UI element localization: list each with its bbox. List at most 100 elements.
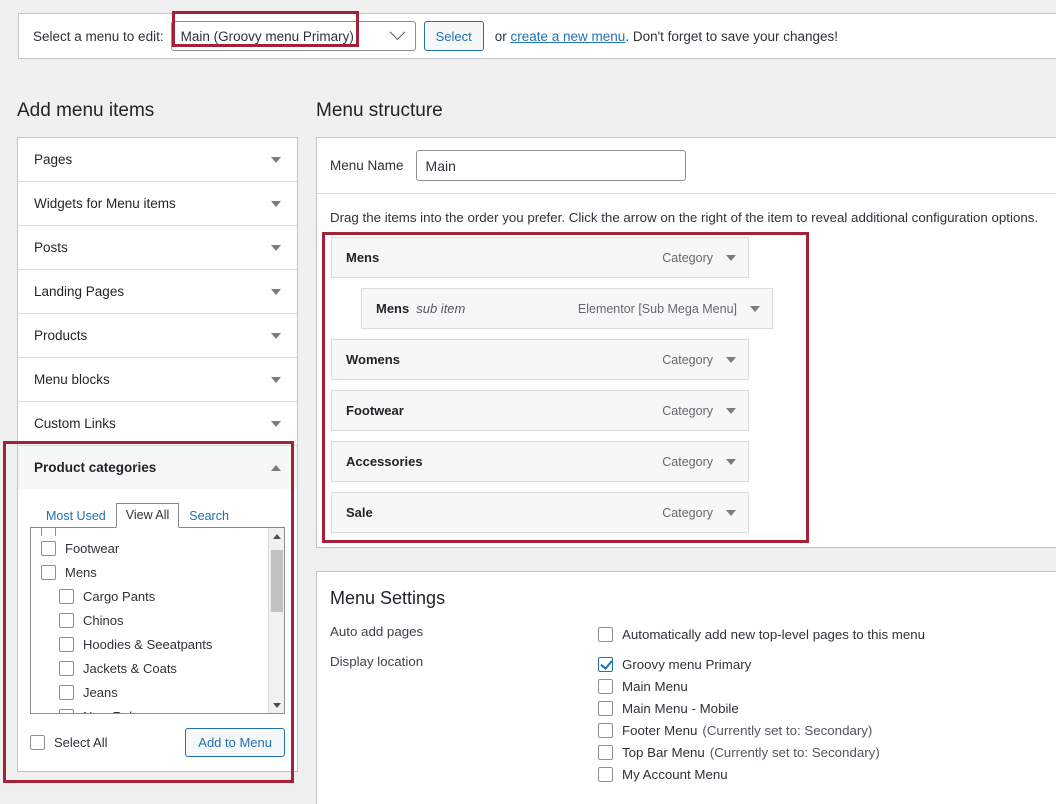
menu-select-wrapper: Main (Groovy menu Primary) xyxy=(170,21,416,51)
list-item-cargo-pants[interactable]: Cargo Pants xyxy=(41,584,268,608)
menu-item-type: Category xyxy=(662,454,713,469)
checkbox[interactable] xyxy=(59,660,74,676)
checkbox[interactable] xyxy=(30,735,45,750)
tab-most-used[interactable]: Most Used xyxy=(36,504,116,528)
accordion-header-custom-links[interactable]: Custom Links xyxy=(18,402,297,445)
product-categories-body: Most Used View All Search Footwear Mens xyxy=(18,489,297,771)
list-item-mens[interactable]: Mens xyxy=(41,560,268,584)
menu-item-title: Sale xyxy=(346,505,373,520)
checkbox[interactable] xyxy=(41,540,56,556)
chevron-up-icon[interactable] xyxy=(271,464,281,471)
option-groovy-menu-primary[interactable]: Groovy menu Primary xyxy=(598,653,1056,675)
option-auto-add-pages[interactable]: Automatically add new top-level pages to… xyxy=(598,623,1056,645)
checkbox[interactable] xyxy=(598,700,613,716)
tab-search[interactable]: Search xyxy=(179,504,239,528)
menu-item-womens[interactable]: Womens Category xyxy=(331,339,749,380)
menu-item-accessories[interactable]: Accessories Category xyxy=(331,441,749,482)
option-footer-menu[interactable]: Footer Menu (Currently set to: Secondary… xyxy=(598,719,1056,741)
checkbox[interactable] xyxy=(59,588,74,604)
scroll-down-button[interactable] xyxy=(269,697,284,713)
checkbox[interactable] xyxy=(41,564,56,580)
list-item-chinos[interactable]: Chinos xyxy=(41,608,268,632)
product-categories-footer: Select All Add to Menu xyxy=(30,728,285,757)
menu-item-footwear[interactable]: Footwear Category xyxy=(331,390,749,431)
option-my-account-menu[interactable]: My Account Menu xyxy=(598,763,1056,785)
checkbox[interactable] xyxy=(598,656,613,672)
chevron-down-icon[interactable] xyxy=(271,288,281,295)
chevron-down-icon[interactable] xyxy=(726,254,736,261)
menu-item-title: Accessories xyxy=(346,454,423,469)
accordion-header-landing-pages[interactable]: Landing Pages xyxy=(18,270,297,313)
list-item-new-releases[interactable]: New Releases xyxy=(41,704,268,714)
checkbox[interactable] xyxy=(598,766,613,782)
menu-item-mens-sub[interactable]: Mens sub item Elementor [Sub Mega Menu] xyxy=(361,288,773,329)
checkbox[interactable] xyxy=(598,678,613,694)
menu-item-title: Womens xyxy=(346,352,400,367)
chevron-down-icon[interactable] xyxy=(726,356,736,363)
accordion-label: Product categories xyxy=(34,460,157,475)
checkbox[interactable] xyxy=(598,744,613,760)
list-item-footwear[interactable]: Footwear xyxy=(41,536,268,560)
list-item-jeans[interactable]: Jeans xyxy=(41,680,268,704)
category-label: Jeans xyxy=(83,684,118,700)
page-title-add-menu-items: Add menu items xyxy=(17,100,155,121)
list-item-hoodies-sweatpants[interactable]: Hoodies & Seeatpants xyxy=(41,632,268,656)
triangle-down-icon xyxy=(273,702,281,708)
accordion-header-products[interactable]: Products xyxy=(18,314,297,357)
scrollbar-thumb[interactable] xyxy=(271,550,283,612)
select-button[interactable]: Select xyxy=(423,21,484,51)
menu-select-dropdown[interactable]: Main (Groovy menu Primary) xyxy=(170,21,416,51)
option-main-menu[interactable]: Main Menu xyxy=(598,675,1056,697)
checkbox[interactable] xyxy=(598,626,613,642)
menu-item-mens[interactable]: Mens Category xyxy=(331,237,749,278)
menu-name-input[interactable] xyxy=(415,150,686,181)
checkbox[interactable] xyxy=(41,528,56,536)
chevron-down-icon[interactable] xyxy=(271,376,281,383)
menu-settings-heading: Menu Settings xyxy=(330,588,446,608)
option-label: Main Menu xyxy=(622,678,688,694)
accordion-label: Landing Pages xyxy=(34,284,125,299)
chevron-down-icon[interactable] xyxy=(726,458,736,465)
drag-instructions: Drag the items into the order you prefer… xyxy=(330,210,1039,225)
chevron-down-icon[interactable] xyxy=(271,420,281,427)
chevron-down-icon[interactable] xyxy=(271,200,281,207)
chevron-down-icon[interactable] xyxy=(726,509,736,516)
chevron-down-icon[interactable] xyxy=(271,156,281,163)
chevron-down-icon[interactable] xyxy=(750,305,760,312)
category-label: New Releases xyxy=(83,709,167,714)
menu-item-type: Category xyxy=(662,352,713,367)
checkbox[interactable] xyxy=(59,612,74,628)
accordion-header-widgets[interactable]: Widgets for Menu items xyxy=(18,182,297,225)
auto-add-pages-options: Automatically add new top-level pages to… xyxy=(598,623,1056,645)
accordion-header-menu-blocks[interactable]: Menu blocks xyxy=(18,358,297,401)
category-label: Jackets & Coats xyxy=(83,660,177,676)
select-all-checkbox-row[interactable]: Select All xyxy=(30,735,185,750)
menu-item-type: Category xyxy=(662,403,713,418)
option-label: Top Bar Menu xyxy=(622,744,705,760)
accordion-header-pages[interactable]: Pages xyxy=(18,138,297,181)
menu-item-sale[interactable]: Sale Category xyxy=(331,492,749,533)
create-new-menu-link[interactable]: create a new menu xyxy=(510,29,625,44)
tab-view-all[interactable]: View All xyxy=(115,503,180,528)
add-to-menu-button[interactable]: Add to Menu xyxy=(185,728,285,757)
list-item-jackets-coats[interactable]: Jackets & Coats xyxy=(41,656,268,680)
chevron-down-icon[interactable] xyxy=(271,332,281,339)
option-top-bar-menu[interactable]: Top Bar Menu (Currently set to: Secondar… xyxy=(598,741,1056,763)
chevron-down-icon[interactable] xyxy=(726,407,736,414)
category-label: Chinos xyxy=(83,612,124,628)
option-label: My Account Menu xyxy=(622,766,728,782)
checkbox[interactable] xyxy=(59,684,74,700)
option-label: Groovy menu Primary xyxy=(622,656,752,672)
scroll-up-button[interactable] xyxy=(269,528,284,544)
category-list-scrollbar[interactable] xyxy=(268,528,284,713)
checkbox[interactable] xyxy=(59,708,74,713)
list-item-partial[interactable] xyxy=(41,528,268,536)
accordion-item-landing-pages: Landing Pages xyxy=(18,270,297,314)
accordion-header-product-categories[interactable]: Product categories xyxy=(18,446,297,489)
accordion-header-posts[interactable]: Posts xyxy=(18,226,297,269)
menu-settings-panel: Menu Settings Auto add pages Automatical… xyxy=(316,571,1056,804)
option-main-menu-mobile[interactable]: Main Menu - Mobile xyxy=(598,697,1056,719)
chevron-down-icon[interactable] xyxy=(271,244,281,251)
checkbox[interactable] xyxy=(59,636,74,652)
checkbox[interactable] xyxy=(598,722,613,738)
